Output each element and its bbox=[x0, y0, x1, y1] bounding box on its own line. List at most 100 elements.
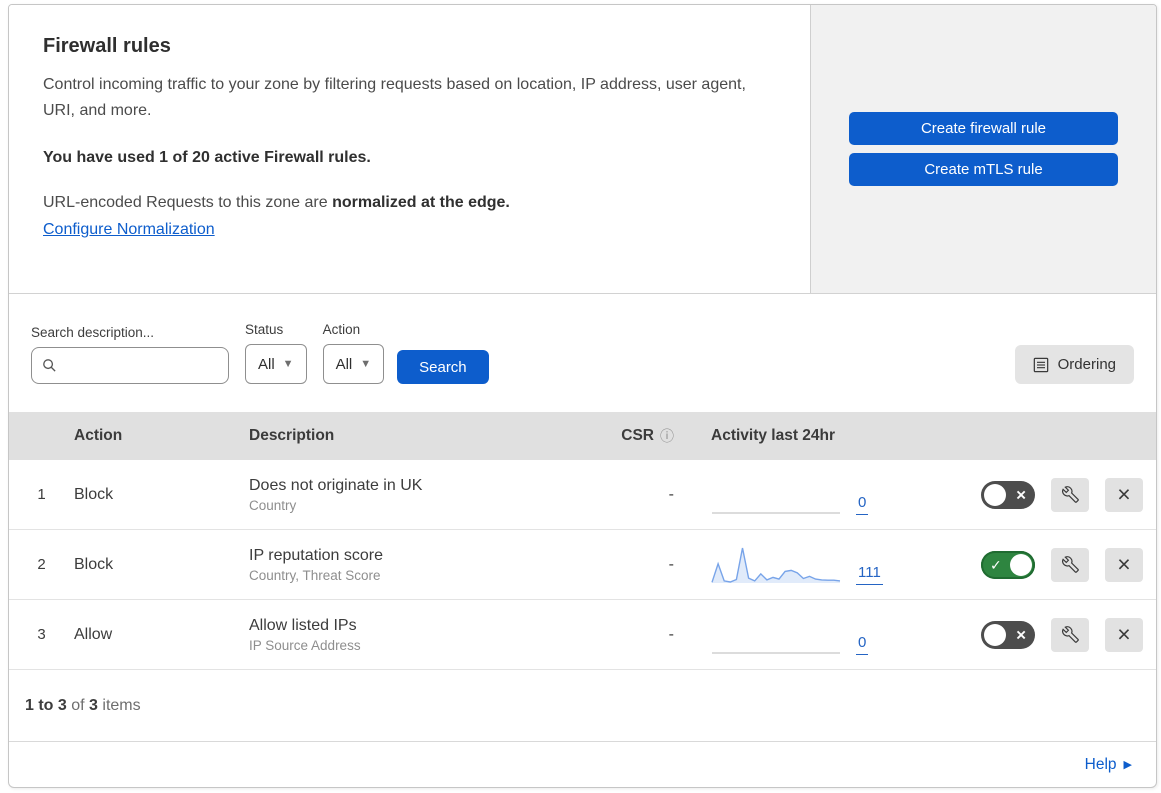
table-row: 3 Allow Allow listed IPs IP Source Addre… bbox=[9, 600, 1156, 670]
rule-enabled-toggle[interactable]: ✓ × bbox=[981, 550, 1035, 579]
rule-criteria: IP Source Address bbox=[249, 637, 361, 653]
normalization-text: URL-encoded Requests to this zone are bbox=[43, 194, 333, 211]
create-firewall-rule-button[interactable]: Create firewall rule bbox=[849, 112, 1118, 145]
table-row: 2 Block IP reputation score Country, Thr… bbox=[9, 530, 1156, 600]
column-csr: CSR ⓘ bbox=[584, 426, 674, 446]
page-title: Firewall rules bbox=[43, 35, 171, 57]
activity-count-link[interactable]: 111 bbox=[856, 564, 883, 585]
rule-controls: ✓ × × bbox=[924, 547, 1156, 582]
rule-description-cell: Allow listed IPs IP Source Address bbox=[249, 617, 584, 653]
activity-sparkline bbox=[711, 547, 841, 583]
filter-bar: Search description... Status All ▼ Actio… bbox=[9, 294, 1156, 412]
ordering-button[interactable]: Ordering bbox=[1014, 345, 1134, 384]
search-label: Search description... bbox=[31, 325, 155, 340]
action-dropdown-value: All bbox=[335, 355, 353, 373]
activity-sparkline bbox=[712, 511, 840, 514]
page-description: Control incoming traffic to your zone by… bbox=[43, 76, 746, 119]
table-header: Action Description CSR ⓘ Activity last 2… bbox=[9, 412, 1156, 460]
rule-description: Allow listed IPs bbox=[249, 616, 357, 634]
pagination-summary: 1 to 3 of 3 items bbox=[9, 670, 1156, 742]
rule-priority: 1 bbox=[37, 486, 46, 503]
rule-criteria: Country, Threat Score bbox=[249, 567, 381, 583]
cross-icon: × bbox=[1016, 485, 1026, 504]
items-of: of bbox=[66, 696, 90, 714]
search-input-container[interactable] bbox=[31, 347, 229, 384]
rule-description-cell: IP reputation score Country, Threat Scor… bbox=[249, 547, 584, 583]
rule-activity-cell: 0 bbox=[674, 614, 924, 656]
status-dropdown[interactable]: All ▼ bbox=[245, 344, 307, 384]
cross-icon: × bbox=[1016, 625, 1026, 644]
intro-card: Firewall rules Control incoming traffic … bbox=[9, 5, 811, 293]
normalization-note: URL-encoded Requests to this zone are no… bbox=[43, 194, 750, 212]
column-action: Action bbox=[74, 427, 123, 444]
x-icon: × bbox=[1117, 621, 1131, 647]
column-csr-label: CSR bbox=[621, 427, 654, 444]
delete-rule-button[interactable]: × bbox=[1105, 547, 1143, 582]
search-input[interactable] bbox=[63, 357, 218, 374]
toggle-knob bbox=[984, 483, 1006, 506]
rule-activity-cell: 0 bbox=[674, 474, 924, 516]
ordering-list-icon bbox=[1033, 357, 1049, 373]
usage-note: You have used 1 of 20 active Firewall ru… bbox=[43, 149, 371, 166]
rule-description: IP reputation score bbox=[249, 546, 384, 564]
edit-rule-button[interactable] bbox=[1051, 547, 1089, 582]
rule-criteria: Country bbox=[249, 497, 297, 513]
edit-rule-button[interactable] bbox=[1051, 617, 1089, 652]
table-row: 1 Block Does not originate in UK Country… bbox=[9, 460, 1156, 530]
items-total: 3 bbox=[89, 696, 98, 714]
delete-rule-button[interactable]: × bbox=[1105, 477, 1143, 512]
action-filter-group: Action All ▼ bbox=[322, 322, 385, 384]
ordering-button-label: Ordering bbox=[1057, 356, 1116, 373]
info-icon[interactable]: ⓘ bbox=[660, 426, 674, 446]
rule-description-cell: Does not originate in UK Country bbox=[249, 477, 584, 513]
column-description: Description bbox=[249, 427, 335, 444]
x-icon: × bbox=[1117, 481, 1131, 507]
action-label: Action bbox=[322, 322, 361, 337]
wrench-icon bbox=[1061, 486, 1079, 503]
create-mtls-rule-button[interactable]: Create mTLS rule bbox=[849, 153, 1118, 186]
search-button[interactable]: Search bbox=[397, 350, 489, 384]
edit-rule-button[interactable] bbox=[1051, 477, 1089, 512]
help-link-label: Help bbox=[1084, 755, 1117, 773]
chevron-down-icon: ▼ bbox=[282, 358, 294, 370]
rule-action: Block bbox=[74, 555, 114, 573]
rule-action: Allow bbox=[74, 625, 113, 643]
rule-enabled-toggle[interactable]: ✓ × bbox=[981, 480, 1035, 509]
column-activity: Activity last 24hr bbox=[711, 427, 836, 444]
actions-panel: Create firewall rule Create mTLS rule bbox=[811, 5, 1156, 293]
normalization-bold-text: normalized at the edge. bbox=[332, 194, 510, 211]
rule-csr-value: - bbox=[668, 625, 674, 643]
status-dropdown-value: All bbox=[258, 355, 275, 373]
rule-description: Does not originate in UK bbox=[249, 476, 423, 494]
delete-rule-button[interactable]: × bbox=[1105, 617, 1143, 652]
rule-csr-value: - bbox=[668, 555, 674, 573]
wrench-icon bbox=[1061, 626, 1079, 643]
activity-count-link[interactable]: 0 bbox=[856, 494, 869, 515]
help-link[interactable]: Help ▶ bbox=[1085, 756, 1132, 774]
toggle-knob bbox=[1010, 553, 1032, 576]
rule-priority: 2 bbox=[37, 556, 46, 573]
activity-count-link[interactable]: 0 bbox=[856, 634, 869, 655]
rule-action: Block bbox=[74, 485, 114, 503]
activity-sparkline bbox=[712, 651, 840, 654]
arrow-right-icon: ▶ bbox=[1123, 759, 1132, 771]
search-icon bbox=[42, 358, 57, 373]
rule-csr-value: - bbox=[668, 485, 674, 503]
chevron-down-icon: ▼ bbox=[360, 358, 372, 370]
rule-controls: ✓ × × bbox=[924, 477, 1156, 512]
firewall-rules-page: Firewall rules Control incoming traffic … bbox=[8, 4, 1157, 788]
status-label: Status bbox=[245, 322, 284, 337]
search-group: Search description... bbox=[31, 325, 229, 384]
rule-controls: ✓ × × bbox=[924, 617, 1156, 652]
status-filter-group: Status All ▼ bbox=[245, 322, 307, 384]
x-icon: × bbox=[1117, 551, 1131, 577]
configure-normalization-link[interactable]: Configure Normalization bbox=[43, 221, 215, 238]
rule-enabled-toggle[interactable]: ✓ × bbox=[981, 620, 1035, 649]
rule-priority: 3 bbox=[37, 626, 46, 643]
items-range: 1 to 3 bbox=[25, 696, 67, 714]
header-section: Firewall rules Control incoming traffic … bbox=[9, 5, 1156, 294]
items-label: items bbox=[97, 696, 141, 714]
help-bar: Help ▶ bbox=[9, 742, 1156, 787]
action-dropdown[interactable]: All ▼ bbox=[322, 344, 385, 384]
wrench-icon bbox=[1061, 556, 1079, 573]
